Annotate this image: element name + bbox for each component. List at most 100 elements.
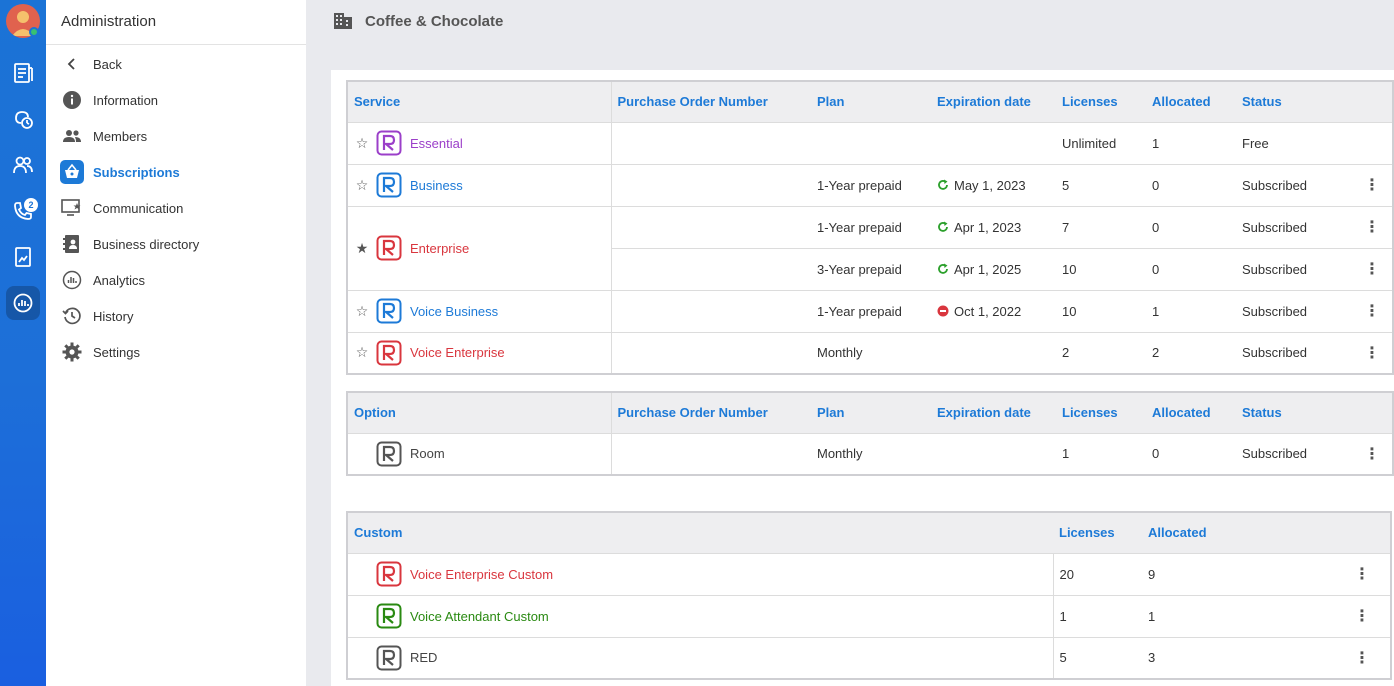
column-header-status[interactable]: Status: [1236, 80, 1356, 122]
contacts-icon[interactable]: [6, 148, 40, 182]
sidebar-item-label: Communication: [93, 200, 184, 216]
row-menu-icon[interactable]: ⋮: [1362, 259, 1382, 279]
favorite-star-filled-icon[interactable]: ★: [354, 240, 370, 257]
table-row: ☆ Voice Business 1-Year prepaid Oct 1, 2…: [347, 289, 1393, 332]
row-menu-icon[interactable]: ⋮: [1362, 343, 1382, 363]
product-logo-icon: [376, 235, 402, 261]
custom-name[interactable]: Voice Attendant Custom: [410, 609, 549, 624]
row-menu-icon[interactable]: ⋮: [1362, 444, 1382, 464]
column-header-option[interactable]: Option: [347, 391, 612, 433]
table-header-row: Option Purchase Order Number Plan Expira…: [347, 391, 1393, 433]
allocated-cell: 1: [1146, 289, 1236, 332]
favorite-star-icon[interactable]: ☆: [354, 303, 370, 320]
column-header-po[interactable]: Purchase Order Number: [611, 80, 811, 122]
row-menu-icon[interactable]: ⋮: [1352, 606, 1372, 626]
plan-cell: Monthly: [811, 432, 931, 475]
favorite-star-icon[interactable]: ☆: [354, 135, 370, 152]
sidebar-item-information[interactable]: Information: [46, 85, 306, 115]
licenses-cell: 5: [1056, 163, 1146, 206]
row-menu-icon[interactable]: ⋮: [1362, 217, 1382, 237]
page-title: Coffee & Chocolate: [365, 13, 504, 30]
analytics-icon: [60, 268, 84, 292]
row-menu-icon[interactable]: ⋮: [1352, 564, 1372, 584]
building-icon: [333, 12, 353, 33]
options-table: Option Purchase Order Number Plan Expira…: [346, 391, 1394, 476]
option-name[interactable]: Room: [410, 446, 445, 461]
custom-name[interactable]: Voice Enterprise Custom: [410, 567, 553, 582]
service-name[interactable]: Voice Enterprise: [410, 345, 505, 360]
document-icon[interactable]: [6, 240, 40, 274]
licenses-cell: 5: [1053, 636, 1142, 679]
licenses-cell: Unlimited: [1056, 121, 1146, 164]
licenses-cell: 2: [1056, 331, 1146, 374]
licenses-cell: 20: [1053, 552, 1142, 595]
column-header-allocated[interactable]: Allocated: [1146, 391, 1236, 433]
column-header-custom[interactable]: Custom: [347, 511, 1053, 553]
column-header-po[interactable]: Purchase Order Number: [611, 391, 811, 433]
allocated-cell: 0: [1146, 432, 1236, 475]
sidebar-item-history[interactable]: History: [46, 301, 306, 331]
plan-cell: 1-Year prepaid: [811, 163, 931, 206]
sidebar-item-analytics[interactable]: Analytics: [46, 265, 306, 295]
status-cell: Subscribed: [1236, 331, 1356, 374]
analytics-rail-icon[interactable]: [6, 286, 40, 320]
chevron-left-icon: [60, 52, 84, 76]
status-cell: Subscribed: [1236, 289, 1356, 332]
product-logo-icon: [376, 561, 402, 587]
expiration-date: Apr 1, 2023: [954, 219, 1022, 235]
subscriptions-panel: Service Purchase Order Number Plan Expir…: [331, 70, 1394, 686]
allocated-cell: 1: [1146, 121, 1236, 164]
news-icon[interactable]: [6, 56, 40, 90]
column-header-expiration[interactable]: Expiration date: [931, 391, 1056, 433]
table-row: Voice Enterprise Custom 20 9 ⋮: [347, 552, 1391, 595]
allocated-cell: 0: [1146, 163, 1236, 206]
column-header-licenses[interactable]: Licenses: [1053, 511, 1142, 553]
favorite-star-icon[interactable]: ☆: [354, 177, 370, 194]
column-header-allocated[interactable]: Allocated: [1142, 511, 1231, 553]
expiration-date: May 1, 2023: [954, 177, 1026, 193]
custom-table: Custom Licenses Allocated Voice Enterpri…: [346, 511, 1392, 680]
product-logo-icon: [376, 441, 402, 467]
service-name[interactable]: Business: [410, 178, 463, 193]
app-rail: 2: [0, 0, 46, 686]
row-menu-icon[interactable]: ⋮: [1362, 301, 1382, 321]
table-row: ☆ Business 1-Year prepaid May 1, 2023 5 …: [347, 163, 1393, 206]
sidebar-item-members[interactable]: Members: [46, 121, 306, 151]
plan-cell: Monthly: [811, 331, 931, 374]
sidebar-item-communication[interactable]: Communication: [46, 193, 306, 223]
column-header-service[interactable]: Service: [347, 80, 612, 122]
sidebar-item-settings[interactable]: Settings: [46, 337, 306, 367]
row-menu-icon[interactable]: ⋮: [1352, 648, 1372, 668]
service-name[interactable]: Voice Business: [410, 304, 498, 319]
product-logo-icon: [376, 645, 402, 671]
directory-icon: [60, 232, 84, 256]
allocated-cell: 3: [1142, 636, 1231, 679]
admin-sidebar: Administration Back Information Members …: [46, 0, 306, 686]
status-cell: Free: [1236, 121, 1356, 164]
column-header-licenses[interactable]: Licenses: [1056, 391, 1146, 433]
column-header-status[interactable]: Status: [1236, 391, 1356, 433]
column-header-licenses[interactable]: Licenses: [1056, 80, 1146, 122]
row-menu-icon[interactable]: ⋮: [1362, 175, 1382, 195]
licenses-cell: 10: [1056, 289, 1146, 332]
allocated-cell: 9: [1142, 552, 1231, 595]
stopped-icon: [937, 305, 949, 317]
table-row: ☆ Voice Enterprise Monthly 2 2 Subscribe…: [347, 331, 1393, 374]
column-header-plan[interactable]: Plan: [811, 80, 931, 122]
product-logo-icon: [376, 130, 402, 156]
allocated-cell: 0: [1146, 205, 1236, 248]
expiration-date: Oct 1, 2022: [954, 303, 1022, 319]
column-header-allocated[interactable]: Allocated: [1146, 80, 1236, 122]
service-name[interactable]: Essential: [410, 136, 463, 151]
sidebar-item-business-directory[interactable]: Business directory: [46, 229, 306, 259]
sidebar-item-subscriptions[interactable]: Subscriptions: [46, 157, 306, 187]
column-header-expiration[interactable]: Expiration date: [931, 80, 1056, 122]
table-row: ★ Enterprise 1-Year prepaid Apr 1, 2023 …: [347, 205, 1393, 290]
sidebar-item-back[interactable]: Back: [46, 49, 306, 79]
monitor-star-icon: [60, 196, 84, 220]
custom-name[interactable]: RED: [410, 650, 437, 665]
service-name[interactable]: Enterprise: [410, 241, 469, 256]
conversations-icon[interactable]: [6, 102, 40, 136]
favorite-star-icon[interactable]: ☆: [354, 344, 370, 361]
column-header-plan[interactable]: Plan: [811, 391, 931, 433]
